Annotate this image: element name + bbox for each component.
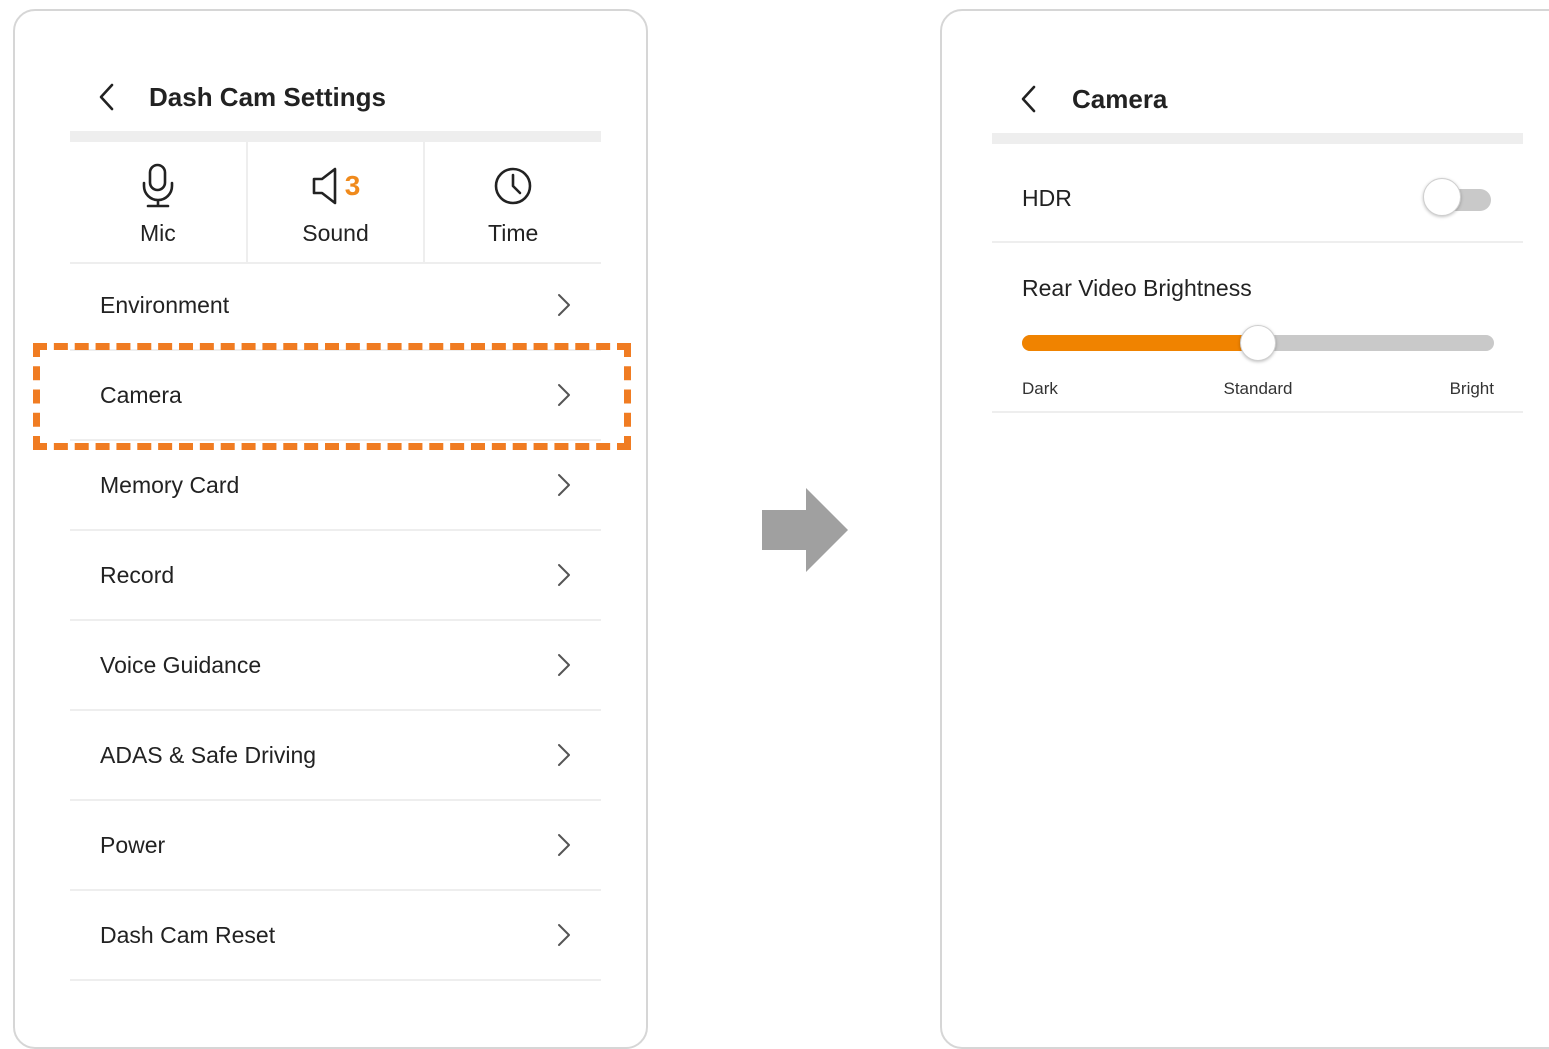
menu-item-power[interactable]: Power [70, 801, 601, 891]
chevron-right-icon [558, 654, 570, 676]
header: Dash Cam Settings [15, 71, 646, 123]
chevron-left-icon [1021, 85, 1036, 113]
chevron-right-icon [558, 744, 570, 766]
chevron-right-icon [558, 384, 570, 406]
menu-item-label: Environment [100, 291, 230, 318]
menu-item-label: Memory Card [100, 471, 240, 498]
header: Camera [942, 73, 1549, 125]
menu-item-label: Dash Cam Reset [100, 921, 276, 948]
slider-knob[interactable] [1240, 325, 1276, 361]
quick-setting-label: Mic [139, 220, 176, 246]
menu-item-dash-cam-reset[interactable]: Dash Cam Reset [70, 891, 601, 981]
chevron-right-icon [558, 834, 570, 856]
hdr-toggle[interactable] [1423, 178, 1493, 218]
menu-item-record[interactable]: Record [70, 531, 601, 621]
menu-item-memory-card[interactable]: Memory Card [70, 441, 601, 531]
menu-item-label: Voice Guidance [100, 651, 262, 678]
quick-setting-sound[interactable]: 3 Sound [245, 142, 424, 262]
chevron-right-icon [558, 474, 570, 496]
scale-label-standard: Standard [1223, 379, 1293, 398]
scale-label-bright: Bright [1449, 379, 1494, 398]
quick-setting-label: Time [488, 220, 539, 246]
menu-item-label: Record [100, 561, 175, 588]
camera-settings-screen: Camera HDR Rear Video Brightness Dark St… [940, 9, 1549, 1049]
chevron-right-icon [558, 564, 570, 586]
section-divider [70, 131, 601, 142]
slider-fill [1022, 335, 1258, 351]
dash-cam-settings-screen: Dash Cam Settings Mic 3 Sound Time Envir… [13, 9, 648, 1049]
menu-item-adas-safe-driving[interactable]: ADAS & Safe Driving [70, 711, 601, 801]
quick-settings-row: Mic 3 Sound Time [70, 142, 601, 264]
speaker-icon [312, 167, 337, 205]
settings-menu: Environment Camera Memory Card Record Vo… [70, 261, 601, 981]
quick-setting-label: Sound [302, 220, 369, 246]
quick-setting-time[interactable]: Time [423, 142, 601, 262]
hdr-label: HDR [1022, 184, 1072, 211]
hdr-row: HDR [992, 155, 1523, 243]
menu-item-environment[interactable]: Environment [70, 261, 601, 351]
quick-setting-mic[interactable]: Mic [70, 142, 246, 262]
section-divider [992, 133, 1523, 144]
page-title: Camera [1072, 83, 1168, 114]
chevron-left-icon [99, 83, 114, 111]
brightness-label: Rear Video Brightness [1022, 275, 1252, 301]
back-button[interactable] [1009, 79, 1049, 119]
menu-item-label: Camera [100, 381, 182, 408]
sound-level-value: 3 [344, 170, 361, 201]
toggle-knob [1423, 178, 1461, 216]
page-title: Dash Cam Settings [149, 81, 386, 112]
brightness-slider[interactable] [1022, 325, 1494, 361]
clock-icon [494, 167, 532, 205]
arrow-right-icon [762, 488, 848, 572]
microphone-icon [142, 163, 174, 208]
rear-video-brightness-section: Rear Video Brightness Dark Standard Brig… [992, 245, 1523, 413]
menu-item-voice-guidance[interactable]: Voice Guidance [70, 621, 601, 711]
menu-item-label: Power [100, 831, 166, 858]
back-button[interactable] [87, 77, 127, 117]
menu-item-camera[interactable]: Camera [70, 351, 601, 441]
chevron-right-icon [558, 924, 570, 946]
scale-label-dark: Dark [1022, 379, 1058, 398]
chevron-right-icon [558, 294, 570, 316]
menu-item-label: ADAS & Safe Driving [100, 741, 317, 768]
